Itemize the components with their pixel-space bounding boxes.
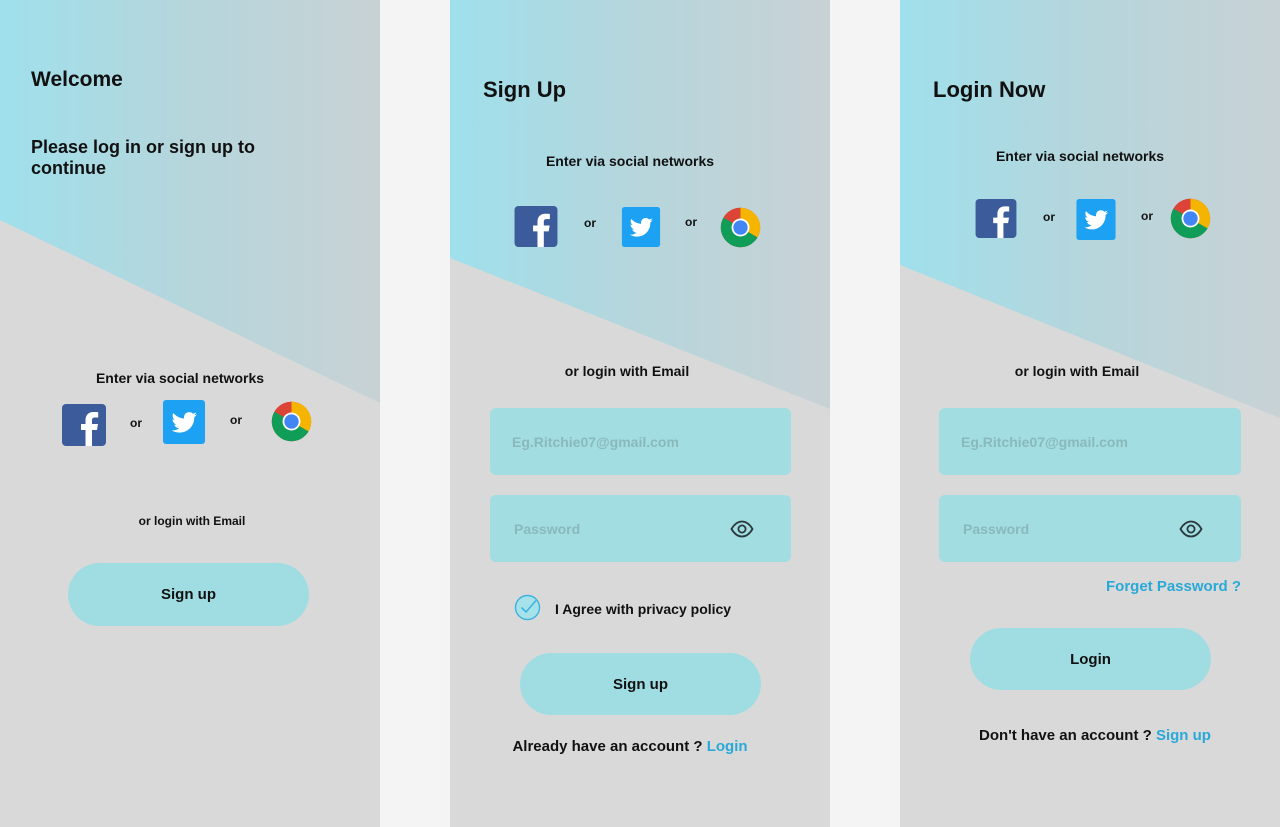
email-field[interactable] xyxy=(490,408,791,475)
twitter-icon xyxy=(1076,199,1116,240)
email-login-label: or login with Email xyxy=(1014,363,1140,379)
or-separator: or xyxy=(584,216,596,230)
signup-link[interactable]: Sign up xyxy=(1156,727,1211,744)
login-button[interactable]: Login xyxy=(970,628,1211,690)
facebook-icon xyxy=(514,206,558,247)
email-login-label: or login with Email xyxy=(564,363,690,379)
signup-title: Sign Up xyxy=(483,77,567,102)
social-networks-label: Enter via social networks xyxy=(995,148,1165,164)
login-title: Login Now xyxy=(933,77,1046,102)
login-prompt: Already have an account ? Login xyxy=(450,738,810,755)
twitter-icon xyxy=(163,400,205,444)
chrome-button[interactable] xyxy=(270,400,313,443)
twitter-button[interactable] xyxy=(1075,199,1117,240)
email-input[interactable] xyxy=(939,408,1241,475)
twitter-icon xyxy=(621,207,661,247)
have-account-text: Already have an account ? xyxy=(512,738,703,755)
email-field[interactable] xyxy=(939,408,1241,475)
chrome-button[interactable] xyxy=(1169,197,1212,240)
social-networks-label: Enter via social networks xyxy=(545,153,715,169)
or-separator: or xyxy=(1141,209,1153,223)
welcome-subtitle: Please log in or sign up to continue xyxy=(31,137,256,178)
eye-icon[interactable] xyxy=(730,519,754,544)
twitter-button[interactable] xyxy=(163,400,205,444)
forget-password-link[interactable]: Forget Password ? xyxy=(1106,578,1241,595)
eye-icon[interactable] xyxy=(1179,519,1203,544)
or-separator: or xyxy=(685,215,697,229)
facebook-button[interactable] xyxy=(974,199,1018,238)
twitter-button[interactable] xyxy=(620,207,662,247)
login-link[interactable]: Login xyxy=(707,738,748,755)
agree-label: I Agree with privacy policy xyxy=(555,601,732,617)
welcome-screen: Welcome Please log in or sign up to cont… xyxy=(0,0,380,827)
facebook-icon xyxy=(62,404,106,446)
email-input[interactable] xyxy=(490,408,791,475)
social-networks-label: Enter via social networks xyxy=(95,370,265,386)
email-login-label: or login with Email xyxy=(138,514,246,528)
login-screen: Login Now Enter via social networks or o… xyxy=(900,0,1280,827)
chrome-button[interactable] xyxy=(719,206,762,249)
check-circle-icon xyxy=(514,594,541,621)
or-separator: or xyxy=(1043,210,1055,224)
facebook-button[interactable] xyxy=(62,404,106,446)
password-field[interactable] xyxy=(490,495,791,562)
password-field[interactable] xyxy=(939,495,1241,562)
chrome-icon xyxy=(271,401,312,442)
signup-button[interactable]: Sign up xyxy=(520,653,761,715)
no-account-text: Don't have an account ? xyxy=(979,727,1152,744)
or-separator: or xyxy=(230,413,242,427)
chrome-icon xyxy=(720,207,761,248)
chrome-icon xyxy=(1170,198,1211,239)
facebook-button[interactable] xyxy=(514,206,558,247)
welcome-title: Welcome xyxy=(31,68,123,91)
signup-prompt: Don't have an account ? Sign up xyxy=(900,727,1280,744)
or-separator: or xyxy=(130,416,142,430)
facebook-icon xyxy=(975,199,1017,238)
signup-button[interactable]: Sign up xyxy=(68,563,309,626)
signup-screen: Sign Up Enter via social networks or or … xyxy=(450,0,830,827)
agree-checkbox[interactable] xyxy=(514,594,541,621)
